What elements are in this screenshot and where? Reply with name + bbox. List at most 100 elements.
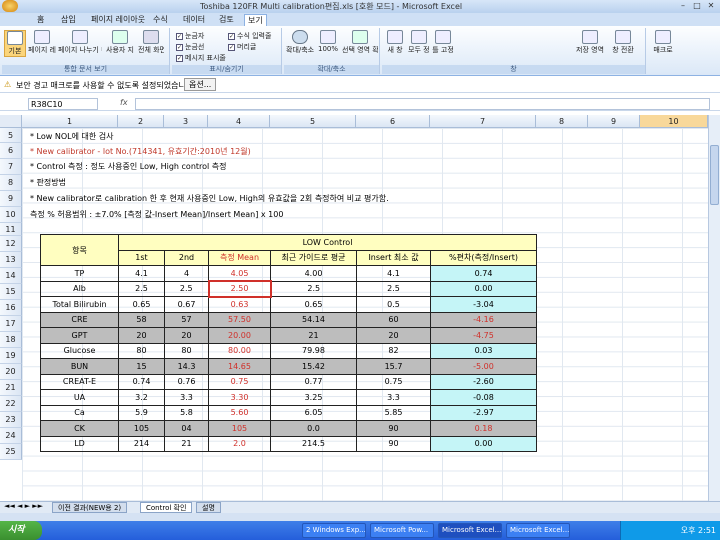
cell-mean[interactable]: 80.00 <box>208 342 271 359</box>
cell-pct[interactable]: -3.04 <box>430 296 537 313</box>
cell-recent[interactable]: 0.65 <box>270 296 357 313</box>
row-header[interactable]: 17 <box>0 316 22 332</box>
cell-item[interactable]: LD <box>40 435 119 452</box>
column-header[interactable]: 6 <box>356 115 430 128</box>
cell-pct[interactable]: -2.97 <box>430 404 537 421</box>
tab-review[interactable]: 검토 <box>216 14 237 26</box>
page-layout-view-button[interactable]: 페이지 레이아웃 <box>28 30 56 55</box>
gridlines-checkbox[interactable]: ✓ 눈금선 <box>176 42 204 52</box>
cell-insert[interactable]: 82 <box>356 342 431 359</box>
save-workspace-button[interactable]: 저장 영역 <box>576 30 604 55</box>
row-header[interactable]: 8 <box>0 175 22 191</box>
cell-v1[interactable]: 80 <box>118 342 165 359</box>
column-header[interactable]: 7 <box>430 115 536 128</box>
tab-home[interactable]: 홈 <box>34 14 47 26</box>
row-header[interactable]: 10 <box>0 207 22 223</box>
cell-recent[interactable]: 15.42 <box>270 358 357 375</box>
cell-v1[interactable]: 2.5 <box>118 280 165 297</box>
formula-input[interactable] <box>135 98 710 110</box>
cell-mean[interactable]: 20.00 <box>208 327 271 344</box>
taskbar-item[interactable]: Microsoft Excel... <box>438 523 502 538</box>
cell-mean[interactable]: 5.60 <box>208 404 271 421</box>
cell-mean[interactable]: 2.50 <box>207 280 272 298</box>
taskbar-item[interactable]: Microsoft Excel... <box>506 523 570 538</box>
cell-v2[interactable]: 4 <box>164 265 209 282</box>
row-header[interactable]: 25 <box>0 444 22 460</box>
cell-recent[interactable]: 79.98 <box>270 342 357 359</box>
headings-checkbox[interactable]: ✓ 머리글 <box>228 42 256 52</box>
freeze-panes-button[interactable]: 틀 고정 <box>432 30 454 55</box>
cell-mean[interactable]: 4.05 <box>208 265 271 282</box>
name-box[interactable]: R38C10 <box>28 98 98 110</box>
row-header[interactable]: 19 <box>0 348 22 364</box>
cell-pct[interactable]: 0.00 <box>430 435 537 452</box>
cell-v2[interactable]: 0.67 <box>164 296 209 313</box>
cell-mean[interactable]: 0.75 <box>208 373 271 390</box>
cell-mean[interactable]: 105 <box>208 420 271 437</box>
cell-v2[interactable]: 0.76 <box>164 373 209 390</box>
maximize-icon[interactable]: □ <box>690 1 704 11</box>
row-header[interactable]: 7 <box>0 159 22 175</box>
cell-mean[interactable]: 14.65 <box>208 358 271 375</box>
cell-mean[interactable]: 2.0 <box>208 435 271 452</box>
row-header[interactable]: 6 <box>0 143 22 159</box>
cell-v1[interactable]: 0.65 <box>118 296 165 313</box>
vertical-scrollbar[interactable] <box>708 115 720 501</box>
row-header[interactable]: 15 <box>0 284 22 300</box>
zoom-100-button[interactable]: 100% <box>316 30 340 53</box>
cell-insert[interactable]: 4.1 <box>356 265 431 282</box>
taskbar-item[interactable]: 2 Windows Exp... <box>302 523 366 538</box>
office-button[interactable] <box>2 0 18 12</box>
cell-v1[interactable]: 3.2 <box>118 389 165 406</box>
row-header[interactable]: 20 <box>0 364 22 380</box>
cell-v1[interactable]: 58 <box>118 311 165 328</box>
custom-views-button[interactable]: 사용자 지정 보기 <box>106 30 134 55</box>
tab-view[interactable]: 보기 <box>244 14 267 26</box>
ruler-checkbox[interactable]: ✓ 눈금자 <box>176 31 204 41</box>
fx-icon[interactable]: fx <box>120 98 128 107</box>
cell-v2[interactable]: 21 <box>164 435 209 452</box>
cell-pct[interactable]: 0.18 <box>430 420 537 437</box>
column-header[interactable]: 4 <box>208 115 270 128</box>
cell-item[interactable]: Alb <box>40 280 119 297</box>
cell-insert[interactable]: 0.75 <box>356 373 431 390</box>
cell-insert[interactable]: 90 <box>356 420 431 437</box>
cell-v2[interactable]: 5.8 <box>164 404 209 421</box>
cell-item[interactable]: GPT <box>40 327 119 344</box>
close-icon[interactable]: ✕ <box>704 1 718 11</box>
cell-v1[interactable]: 4.1 <box>118 265 165 282</box>
normal-view-button[interactable]: 기본 <box>4 30 26 57</box>
cell-recent[interactable]: 6.05 <box>270 404 357 421</box>
cell-v2[interactable]: 20 <box>164 327 209 344</box>
cell-recent[interactable]: 4.00 <box>270 265 357 282</box>
start-button[interactable]: 시작 <box>0 521 42 540</box>
cell-insert[interactable]: 2.5 <box>356 280 431 297</box>
row-header[interactable]: 22 <box>0 396 22 412</box>
message-bar-checkbox[interactable]: ✓ 메시지 표시줄 <box>176 53 226 63</box>
row-header[interactable]: 23 <box>0 412 22 428</box>
cell-v1[interactable]: 0.74 <box>118 373 165 390</box>
tab-insert[interactable]: 삽입 <box>58 14 79 26</box>
cell-insert[interactable]: 90 <box>356 435 431 452</box>
scroll-thumb[interactable] <box>710 145 719 205</box>
row-header[interactable]: 13 <box>0 252 22 268</box>
cell-recent[interactable]: 0.0 <box>270 420 357 437</box>
column-header[interactable]: 2 <box>118 115 164 128</box>
row-header[interactable]: 14 <box>0 268 22 284</box>
cell-mean[interactable]: 3.30 <box>208 389 271 406</box>
select-all-corner[interactable] <box>0 115 22 128</box>
cell-item[interactable]: UA <box>40 389 119 406</box>
tab-data[interactable]: 데이터 <box>180 14 208 26</box>
column-header[interactable]: 3 <box>164 115 208 128</box>
column-header[interactable]: 8 <box>536 115 588 128</box>
row-header[interactable]: 5 <box>0 128 22 143</box>
cell-v1[interactable]: 15 <box>118 358 165 375</box>
arrange-all-button[interactable]: 모두 정렬 <box>408 30 430 55</box>
tab-formulas[interactable]: 수식 <box>150 14 171 26</box>
column-header[interactable]: 9 <box>588 115 640 128</box>
cell-recent[interactable]: 0.77 <box>270 373 357 390</box>
cell-insert[interactable]: 20 <box>356 327 431 344</box>
cell-pct[interactable]: 0.74 <box>430 265 537 282</box>
row-header[interactable]: 21 <box>0 380 22 396</box>
cell-recent[interactable]: 3.25 <box>270 389 357 406</box>
